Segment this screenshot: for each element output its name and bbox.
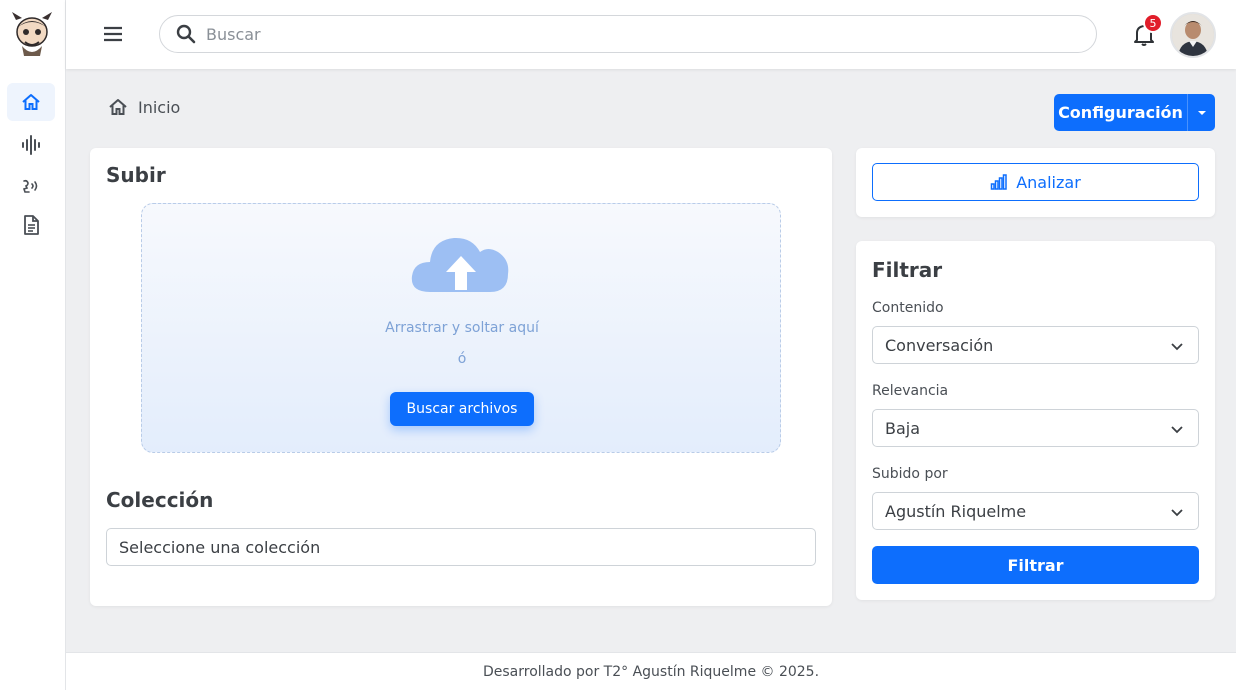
search-icon	[176, 24, 196, 44]
or-separator: ó	[457, 351, 467, 367]
analyze-label: Analizar	[1016, 172, 1081, 192]
notification-badge: 5	[1143, 13, 1163, 33]
uploaded-by-label: Subido por	[872, 466, 948, 482]
document-icon	[24, 215, 39, 235]
collection-title: Colección	[106, 488, 214, 512]
chevron-down-icon	[1171, 509, 1183, 517]
relevance-select[interactable]: Baja	[872, 409, 1199, 447]
collection-select[interactable]: Seleccione una colección	[106, 528, 816, 566]
hamburger-icon	[104, 26, 122, 42]
file-dropzone[interactable]: Arrastrar y soltar aquí ó Buscar archivo…	[141, 203, 781, 453]
content-label: Contenido	[872, 300, 944, 316]
browse-files-button[interactable]: Buscar archivos	[390, 392, 534, 426]
content-select[interactable]: Conversación	[872, 326, 1199, 364]
user-avatar[interactable]	[1170, 12, 1216, 58]
uploaded-by-select[interactable]: Agustín Riquelme	[872, 492, 1199, 530]
caret-down-icon	[1197, 110, 1206, 115]
configuration-dropdown-toggle[interactable]	[1187, 94, 1215, 131]
home-icon	[22, 94, 40, 110]
filter-card: Filtrar Contenido Conversación Relevanci…	[856, 241, 1215, 600]
analyze-card: Analizar	[856, 148, 1215, 217]
sidebar-item-voice[interactable]	[7, 167, 55, 205]
cloud-upload-icon	[411, 237, 509, 292]
breadcrumb: Inicio	[108, 97, 180, 117]
upload-card: Subir Arrastrar y soltar aquí ó Buscar a…	[90, 148, 832, 606]
sidebar-item-home[interactable]	[7, 83, 55, 121]
sidebar	[0, 0, 66, 690]
footer-text: Desarrollado por T2° Agustín Riquelme © …	[482, 664, 820, 680]
filter-button[interactable]: Filtrar	[872, 546, 1199, 584]
search-bar	[159, 15, 1097, 53]
top-bar: 5	[66, 0, 1236, 69]
audio-wave-icon	[22, 135, 40, 155]
configuration-button[interactable]: Configuración	[1054, 94, 1215, 131]
app-logo[interactable]	[10, 10, 54, 58]
relevance-select-value: Baja	[885, 418, 921, 438]
search-input[interactable]	[206, 24, 1056, 44]
content-select-value: Conversación	[885, 335, 994, 355]
configuration-label[interactable]: Configuración	[1054, 103, 1187, 122]
voice-icon	[22, 179, 38, 193]
relevance-label: Relevancia	[872, 383, 949, 399]
upload-title: Subir	[106, 163, 166, 187]
breadcrumb-label[interactable]: Inicio	[138, 98, 180, 117]
collection-select-value: Seleccione una colección	[119, 537, 321, 557]
bar-chart-icon	[990, 174, 1007, 190]
home-icon	[109, 99, 127, 115]
sidebar-item-audio[interactable]	[7, 126, 55, 164]
filter-title: Filtrar	[872, 258, 943, 282]
drop-instruction: Arrastrar y soltar aquí	[385, 320, 539, 336]
sidebar-item-documents[interactable]	[7, 206, 55, 244]
chevron-down-icon	[1171, 343, 1183, 351]
footer: Desarrollado por T2° Agustín Riquelme © …	[66, 652, 1236, 690]
analyze-button[interactable]: Analizar	[872, 163, 1199, 201]
chevron-down-icon	[1171, 426, 1183, 434]
uploaded-by-select-value: Agustín Riquelme	[885, 501, 1027, 521]
menu-toggle-button[interactable]	[102, 24, 124, 44]
